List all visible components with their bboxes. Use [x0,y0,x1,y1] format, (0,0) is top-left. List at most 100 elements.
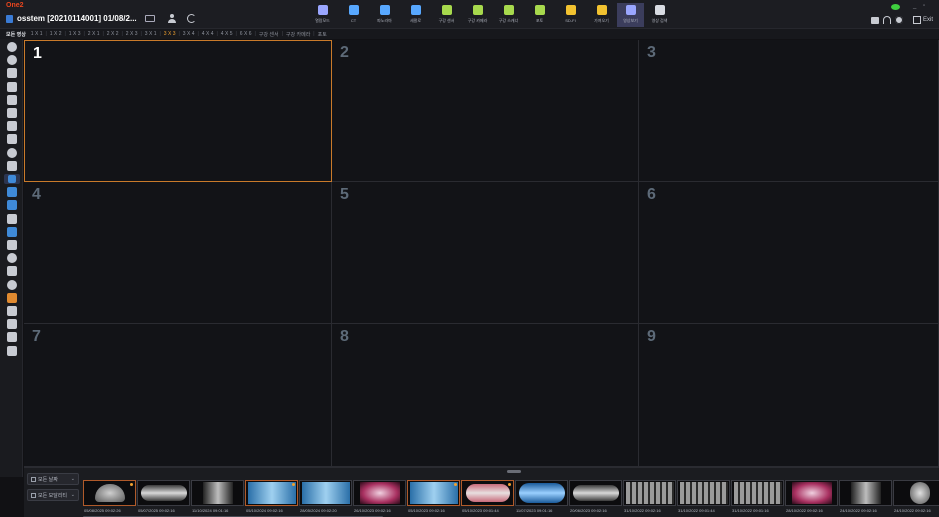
module-photo-button[interactable]: 포토 [524,3,555,27]
layout-option[interactable]: 4 X 5 [221,31,233,37]
crop-icon[interactable] [7,94,17,105]
module-cephalo-button[interactable]: 세팔로 [400,3,431,27]
xray-thumbnail-image[interactable] [191,480,244,506]
module-sdfi-folder-button[interactable]: SD-FI [555,3,586,27]
thumbnail-item[interactable]: 26/10/2023 09:02:16 [353,480,406,517]
brightness-icon[interactable] [7,147,17,158]
layout-option[interactable]: 3 X 3 [164,31,176,37]
thumbnail-item[interactable]: 24/10/2022 09:02:16 [839,480,892,517]
layout-option[interactable]: 6 X 6 [240,31,252,37]
thumbnail-item[interactable]: 31/10/2022 09:01:44 [677,480,730,517]
viewer-cell[interactable]: 2 [332,40,639,182]
xray-thumbnail-image[interactable] [137,480,190,506]
xray-thumbnail-image[interactable] [407,480,460,506]
thumbnail-item[interactable]: 05/08/2025 09:02:26 [83,480,136,517]
patient-name[interactable]: osstem [20210114001] 01/08/2... [17,14,137,23]
refresh-icon[interactable] [186,14,196,23]
thumbnail-item[interactable]: 31/10/2022 09:02:16 [623,480,676,517]
headset-icon[interactable] [883,16,891,24]
implant-icon[interactable] [7,292,17,303]
layout-option[interactable]: 2 X 1 [88,31,100,37]
exit-icon[interactable] [913,16,921,24]
thumbnail-item[interactable]: 28/10/2022 09:02:16 [785,480,838,517]
xray-thumbnail-image[interactable] [893,480,939,506]
gear-icon[interactable] [895,16,903,24]
compare-icon[interactable] [7,266,17,277]
invert-icon[interactable] [7,160,17,171]
grid-icon[interactable] [7,319,17,330]
module-intraoral-camera-button[interactable]: 구강 카메라 [462,3,493,27]
xray-thumbnail-image[interactable] [83,480,136,506]
exit-label[interactable]: Exit [923,17,933,23]
xray-thumbnail-image[interactable] [785,480,838,506]
person-icon[interactable] [167,14,177,23]
module-panorama-button[interactable]: 파노라마 [369,3,400,27]
patient-selector[interactable]: osstem [20210114001] 01/08/2... [6,12,196,25]
module-image-view-button[interactable]: 영상보기 [617,3,644,27]
angle-icon[interactable] [7,240,17,250]
viewer-cell[interactable]: 4 [24,182,332,324]
thumbnail-item[interactable]: 11/10/2024 09:01:16 [191,480,244,517]
viewer-cell[interactable]: 3 [639,40,939,182]
pan-icon[interactable] [7,121,17,132]
minimize-button[interactable]: _ [913,3,916,9]
thumbnail-item[interactable]: 24/10/2022 09:02:16 [893,480,939,517]
sphere-icon[interactable] [7,279,17,290]
xray-thumbnail-image[interactable] [677,480,730,506]
region-icon[interactable] [7,187,17,198]
module-image-search-button[interactable]: 영상 검색 [644,3,675,27]
viewer-cell[interactable]: 7 [24,324,332,467]
thumbnail-item[interactable]: 05/07/2025 09:02:16 [137,480,190,517]
fit-icon[interactable] [7,108,17,118]
flip-icon[interactable] [7,81,17,92]
xray-thumbnail-image[interactable] [245,480,298,506]
xray-thumbnail-image[interactable] [731,480,784,506]
xray-thumbnail-image[interactable] [839,480,892,506]
layout-filter-option[interactable]: 구강 센서 [259,31,279,38]
pen-icon[interactable] [7,200,17,211]
xray-thumbnail-image[interactable] [569,480,622,506]
layout-option[interactable]: 2 X 2 [107,31,119,37]
tooth-icon[interactable] [7,306,17,316]
text-icon[interactable] [7,213,17,224]
thumbnail-item[interactable]: 20/06/2023 09:02:16 [569,480,622,517]
ai-icon[interactable] [7,42,17,52]
keyboard-icon[interactable] [144,15,155,22]
module-intraoral-scanner-button[interactable]: 구강 스캐너 [493,3,524,27]
module-import-folder-button[interactable]: 가져오기 [586,3,617,27]
viewer-cell[interactable]: 6 [639,182,939,324]
xray-thumbnail-image[interactable] [299,480,352,506]
thumbnail-item[interactable]: 11/07/2023 09:01:16 [515,480,568,517]
module-viewer-mode-button[interactable]: 열람모드 [307,3,338,27]
printer-icon[interactable] [871,17,879,24]
info-icon[interactable] [7,55,17,66]
layout-option[interactable]: 3 X 1 [145,31,157,37]
restore-button[interactable]: ▫ [923,3,925,9]
layout-option[interactable]: 4 X 4 [202,31,214,37]
viewer-cell[interactable]: 8 [332,324,639,467]
zoom-icon[interactable] [7,134,17,145]
layout-option[interactable]: 1 X 3 [69,31,81,37]
layout-filter-option[interactable]: 포토 [318,31,327,38]
rotate-icon[interactable] [7,68,17,79]
viewer-cell[interactable]: 5 [332,182,639,324]
xray-thumbnail-image[interactable] [515,480,568,506]
thumbnail-item[interactable]: 05/10/2023 09:02:16 [407,480,460,517]
circle-draw-icon[interactable] [7,253,17,264]
module-ct-button[interactable]: CT [338,3,369,27]
layout-option[interactable]: 1 X 2 [50,31,62,37]
xray-thumbnail-image[interactable] [353,480,406,506]
thumbnail-item[interactable]: 05/10/2023 09:01:44 [461,480,514,517]
date-filter-dropdown[interactable]: 모든 날짜 ⌄ [27,473,79,485]
module-intraoral-sensor-button[interactable]: 구강 센서 [431,3,462,27]
layout-option[interactable]: 1 X 1 [31,31,43,37]
all-images-button[interactable]: 모든 영상 [6,31,26,38]
layout-filter-option[interactable]: 구강 카메라 [286,31,310,38]
pointer-icon[interactable] [4,174,20,184]
print-icon[interactable] [7,345,17,356]
export-icon[interactable] [7,332,17,343]
thumbnail-item[interactable]: 28/05/2024 09:02:20 [299,480,352,517]
viewer-cell[interactable]: 1 [24,40,332,182]
xray-thumbnail-image[interactable] [623,480,676,506]
strip-resize-handle[interactable] [507,470,521,473]
